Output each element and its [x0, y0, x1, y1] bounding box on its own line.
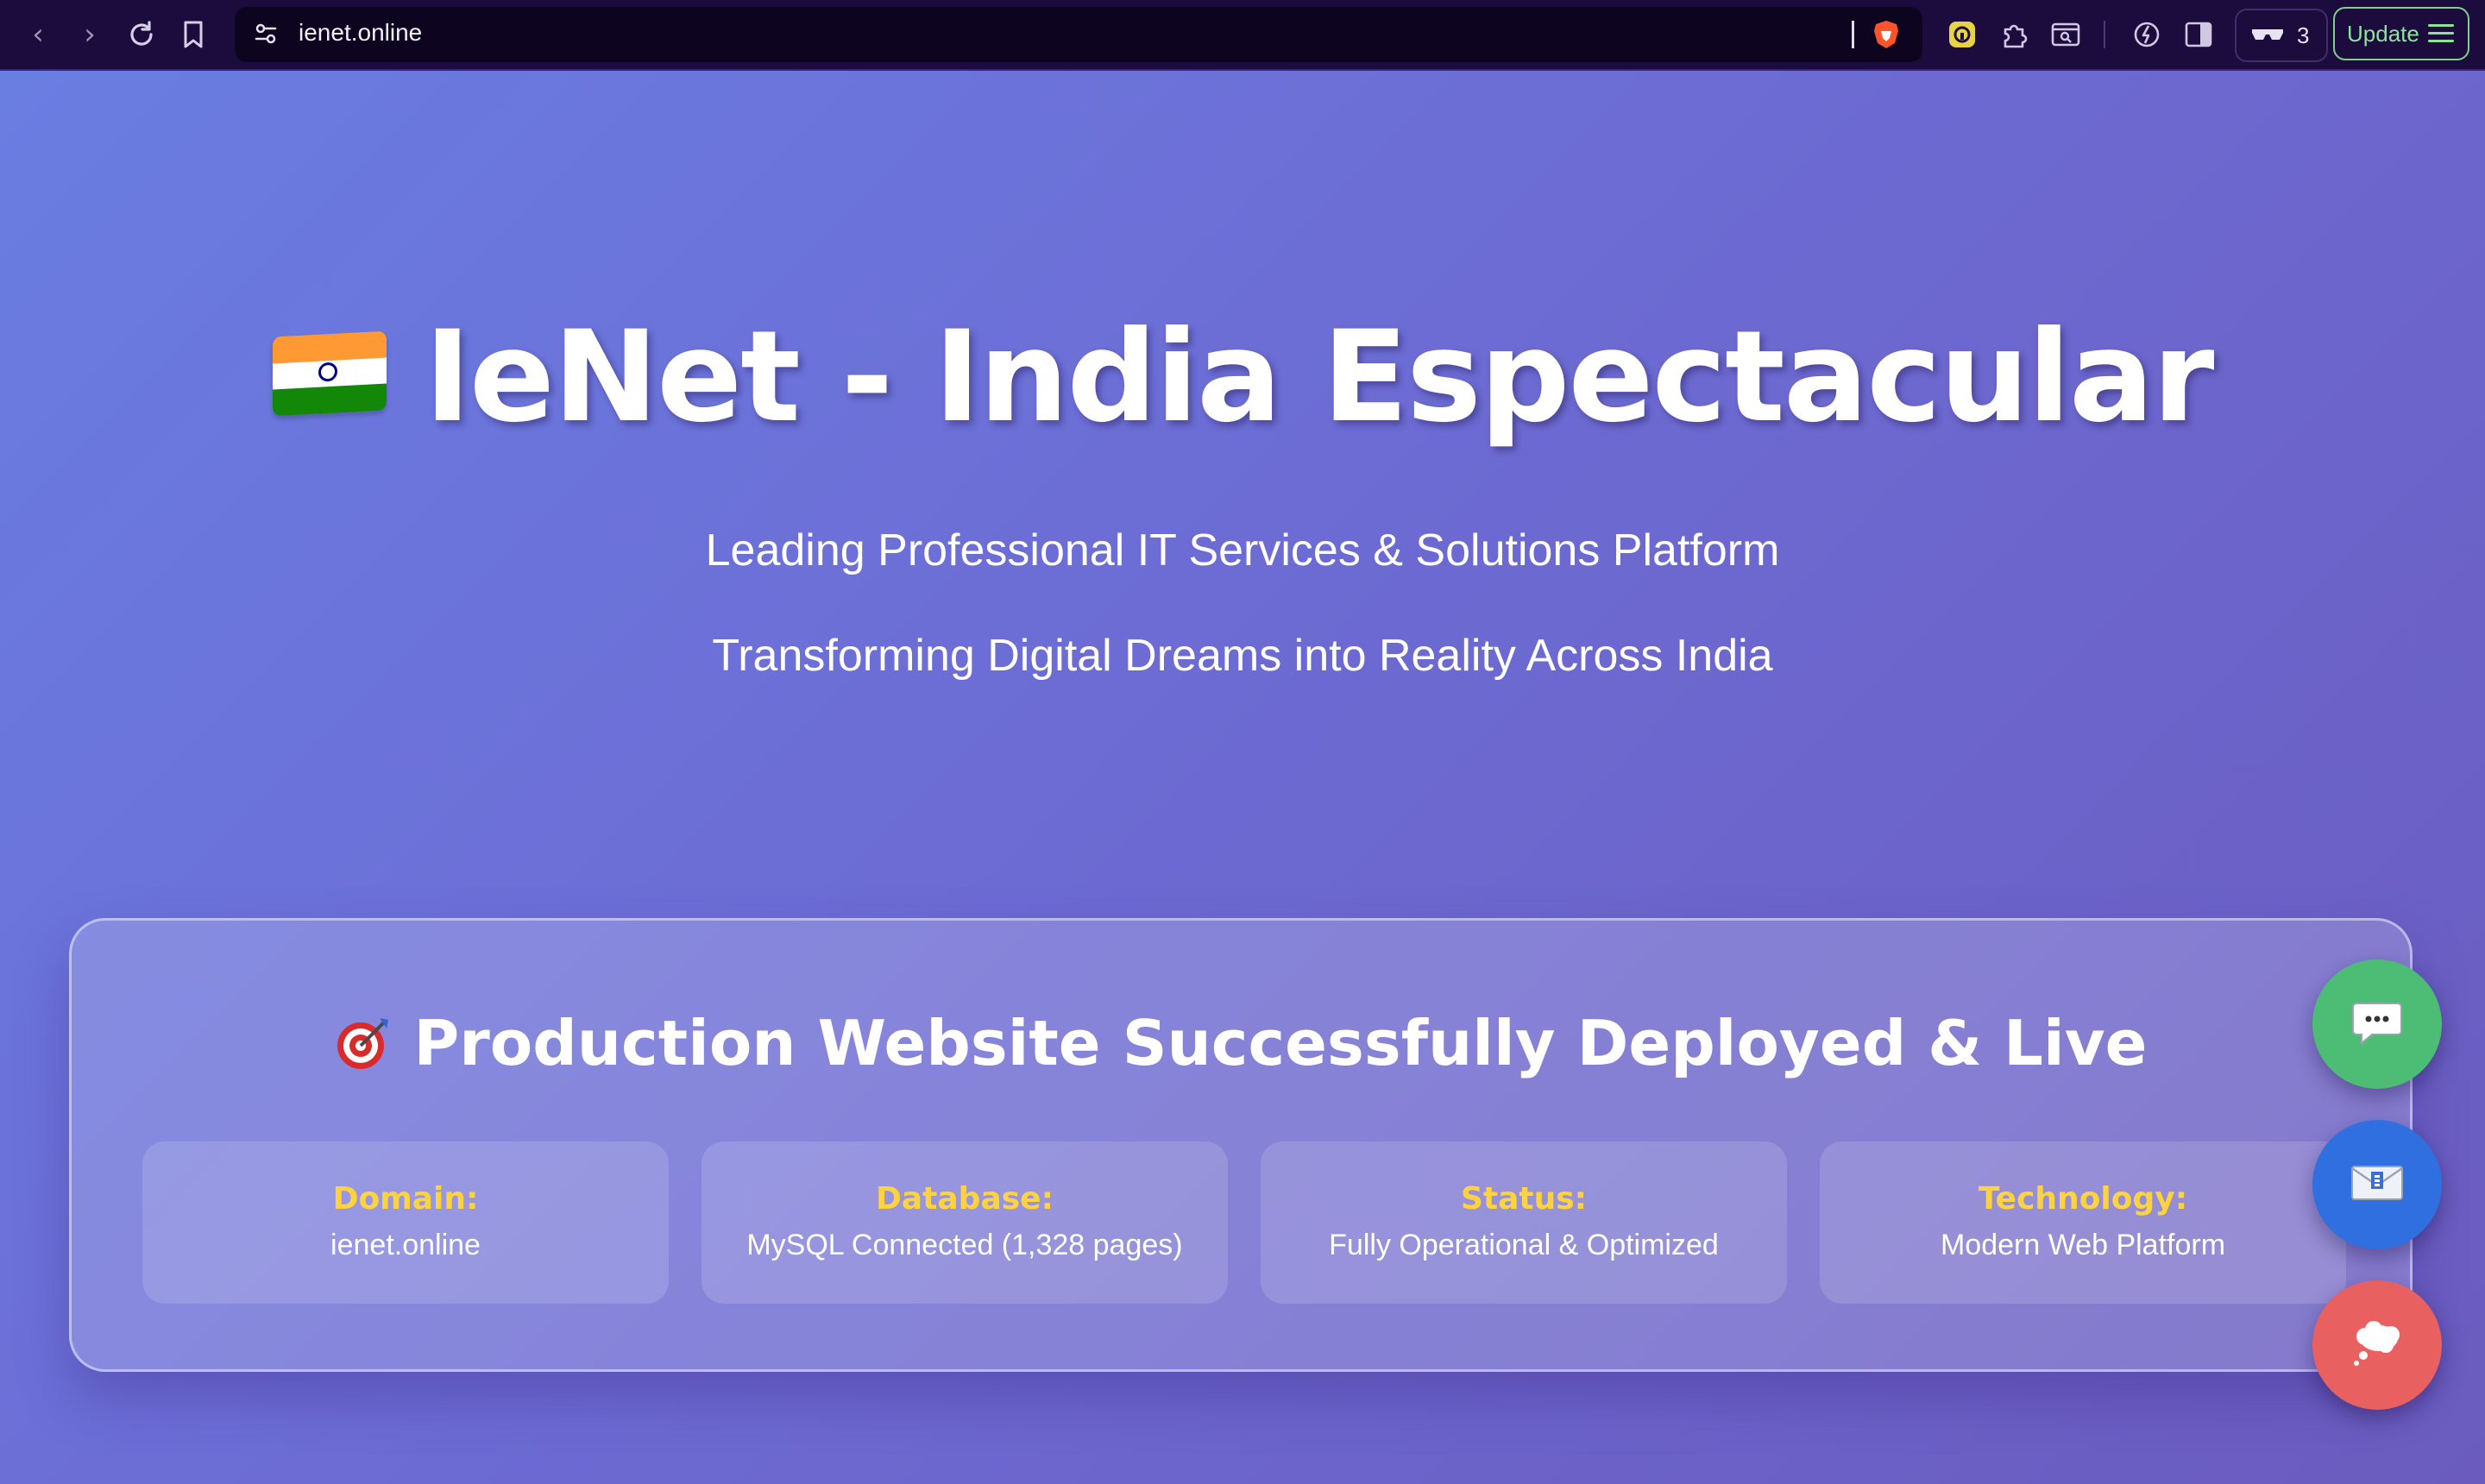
card-value: ienet.online: [330, 1229, 481, 1261]
hero-subtitle-secondary: Transforming Digital Dreams into Reality…: [712, 631, 1773, 681]
panel-title: Production Website Successfully Deployed…: [72, 1007, 2410, 1079]
feedback-button[interactable]: [2312, 1280, 2442, 1410]
hero-subtitle-primary: Leading Professional IT Services & Solut…: [705, 525, 1780, 575]
target-icon: [335, 1014, 392, 1071]
card-label: Technology:: [1978, 1181, 2188, 1217]
update-button[interactable]: Update: [2333, 7, 2469, 60]
info-card-technology: Technology: Modern Web Platform: [1820, 1141, 2346, 1304]
wallet-icon[interactable]: [1945, 17, 1979, 52]
page-title: IeNet - India Espectacular: [0, 304, 2485, 450]
extensions-icon[interactable]: [1997, 17, 2031, 52]
info-card-domain: Domain: ienet.online: [142, 1141, 669, 1304]
leo-ai-icon[interactable]: [2130, 17, 2164, 52]
page-title-text: IeNet - India Espectacular: [424, 304, 2215, 450]
card-label: Database:: [876, 1181, 1054, 1217]
back-icon[interactable]: ‹: [17, 14, 59, 55]
card-value: Fully Operational & Optimized: [1329, 1229, 1719, 1261]
url-text[interactable]: ienet.online: [299, 19, 422, 47]
private-tabs-counter[interactable]: 3: [2235, 9, 2328, 62]
toolbar-divider: [2104, 21, 2105, 48]
email-button[interactable]: [2312, 1120, 2442, 1249]
address-bar[interactable]: ienet.online: [235, 7, 1922, 62]
incognito-glasses-icon: [2250, 22, 2285, 49]
forward-icon[interactable]: ›: [69, 14, 110, 55]
update-label: Update: [2347, 20, 2419, 47]
browser-toolbar: ‹ › ienet.online 3 Update: [0, 0, 2485, 71]
card-value: MySQL Connected (1,328 pages): [746, 1229, 1183, 1261]
reload-icon[interactable]: [121, 14, 162, 55]
private-tabs-count: 3: [2297, 22, 2310, 48]
india-flag-icon: [272, 330, 387, 417]
sidebar-toggle-icon[interactable]: [2181, 17, 2216, 52]
envelope-icon: [2350, 1163, 2404, 1206]
card-label: Domain:: [332, 1181, 479, 1217]
info-card-status: Status: Fully Operational & Optimized: [1261, 1141, 1787, 1304]
info-card-database: Database: MySQL Connected (1,328 pages): [701, 1141, 1228, 1304]
panel-title-text: Production Website Successfully Deployed…: [413, 1007, 2148, 1079]
site-settings-icon[interactable]: [252, 21, 280, 48]
text-cursor: [1852, 21, 1854, 48]
hamburger-menu-icon[interactable]: [2427, 24, 2454, 43]
bookmark-icon[interactable]: [173, 14, 214, 55]
chat-button[interactable]: [2312, 959, 2442, 1089]
brave-shields-icon[interactable]: [1871, 19, 1902, 50]
chat-bubble-icon: [2351, 998, 2403, 1050]
card-value: Modern Web Platform: [1940, 1229, 2226, 1261]
deployment-status-panel: Production Website Successfully Deployed…: [69, 918, 2413, 1372]
thought-bubble-icon: [2351, 1319, 2403, 1371]
card-label: Status:: [1460, 1181, 1588, 1217]
reader-mode-icon[interactable]: [2048, 17, 2083, 52]
